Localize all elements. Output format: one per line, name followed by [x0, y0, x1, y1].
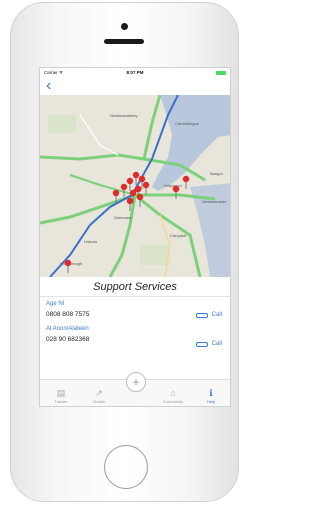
tab-help[interactable]: ℹ Help: [194, 388, 228, 404]
tab-label: Charter: [92, 399, 106, 404]
tab-label: Help: [206, 399, 216, 404]
call-button[interactable]: Call: [195, 312, 222, 318]
phone-icon: [195, 341, 208, 347]
call-label: Call: [211, 341, 222, 347]
phone-icon: [195, 312, 208, 318]
service-name: Age NI: [46, 301, 65, 307]
battery-icon: [216, 70, 226, 75]
map-canvas: Newtownabbey Carrickfergus Holywood Bang…: [40, 95, 230, 277]
nav-bar: ‹: [40, 77, 230, 95]
map-view[interactable]: Newtownabbey Carrickfergus Holywood Bang…: [40, 95, 230, 277]
phone-frame: Carrier ᯤ 8:07 PM ‹ Newtownabbey Carrick…: [10, 2, 239, 502]
tab-bar: ▤ Tracker ↗ Charter + ⌂ Community ℹ Help: [40, 372, 230, 406]
home-button[interactable]: [104, 445, 148, 489]
place-label: Lisburn: [84, 239, 97, 244]
community-icon: ⌂: [170, 388, 176, 398]
tab-label: Tracker: [54, 399, 68, 404]
divider: [40, 296, 230, 297]
plus-icon[interactable]: +: [126, 372, 146, 392]
calendar-icon: ▤: [56, 388, 66, 398]
service-name: Al Anon/Alateen: [46, 326, 89, 332]
call-label: Call: [211, 312, 222, 318]
info-icon: ℹ: [209, 388, 213, 398]
tab-label: Community: [162, 399, 184, 404]
place-label: Bangor: [210, 171, 224, 176]
tab-community[interactable]: ⌂ Community: [156, 388, 190, 404]
service-phone: 028 90 682368: [46, 336, 90, 343]
tab-charter[interactable]: ↗ Charter: [82, 388, 116, 404]
place-label: Carryduff: [170, 233, 187, 238]
front-camera: [121, 23, 128, 30]
place-label: Carrickfergus: [175, 121, 199, 126]
status-time: 8:07 PM: [126, 70, 144, 75]
earpiece-speaker: [104, 39, 144, 44]
chart-icon: ↗: [95, 388, 103, 398]
app-screen: Carrier ᯤ 8:07 PM ‹ Newtownabbey Carrick…: [39, 67, 231, 407]
chevron-left-icon[interactable]: ‹: [46, 78, 51, 94]
place-label: Holywood: [164, 183, 182, 188]
place-label: Dunmurry: [114, 215, 132, 220]
call-button[interactable]: Call: [195, 341, 222, 347]
tab-tracker[interactable]: ▤ Tracker: [44, 388, 78, 404]
place-label: Newtownabbey: [110, 113, 137, 118]
place-label: Newtownards: [202, 199, 226, 204]
status-bar: Carrier ᯤ 8:07 PM: [40, 68, 230, 77]
service-phone: 0808 808 7575: [46, 311, 90, 318]
section-title: Support Services: [93, 281, 177, 293]
